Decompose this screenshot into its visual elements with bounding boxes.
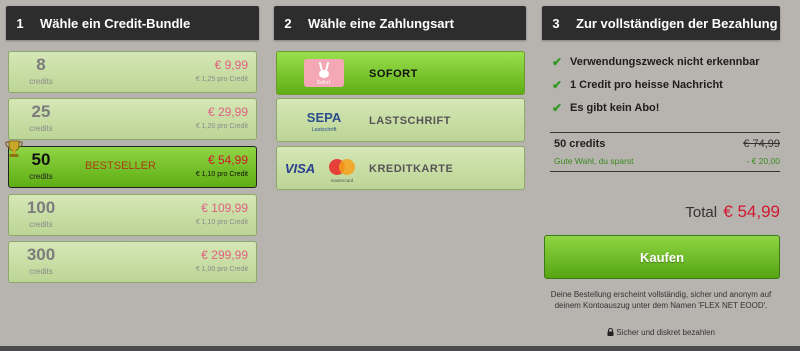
- benefit-text: 1 Credit pro heisse Nachricht: [570, 78, 723, 91]
- benefits-list: ✔ Verwendungszweck nicht erkennbar ✔ 1 C…: [552, 50, 780, 119]
- payment-option-kreditkarte[interactable]: VISA mastercard KREDITKARTE: [276, 146, 525, 190]
- total-label: Total: [685, 204, 718, 221]
- checkmark-icon: ✔: [552, 77, 563, 92]
- bundle-option-8[interactable]: 8 credits € 9,99 € 1,25 pro Credit: [8, 51, 257, 93]
- bundle-price: € 29,99: [207, 105, 248, 119]
- bundle-price: € 299,99: [201, 248, 248, 262]
- payment-method-column: 2 Wähle eine Zahlungsart Sofort. SOFORT …: [274, 6, 526, 190]
- benefit-item: ✔ Verwendungszweck nicht erkennbar: [552, 50, 780, 73]
- checkmark-icon: ✔: [552, 54, 563, 69]
- step-number: 2: [284, 15, 292, 31]
- benefit-text: Verwendungszweck nicht erkennbar: [570, 55, 760, 68]
- total-amount: € 54,99: [723, 202, 780, 221]
- summary-item: 50 credits: [554, 138, 606, 150]
- step-title: Wähle eine Zahlungsart: [308, 15, 454, 31]
- saving-text: Gute Wahl, du sparst: [554, 156, 634, 166]
- bundle-price-per-credit: € 1,25 pro Credit: [195, 76, 248, 83]
- bundle-price-per-credit: € 1,10 pro Credit: [195, 171, 248, 178]
- bundle-credits-label: credits: [29, 77, 53, 86]
- sofort-logo-icon: Sofort.: [304, 59, 344, 87]
- bundle-credits: 100: [26, 198, 56, 217]
- secure-payment-line: Sicher und diskret bezahlen: [542, 328, 780, 337]
- bundle-credits-label: credits: [29, 220, 53, 229]
- bundle-credits-label: credits: [29, 172, 53, 181]
- saving-amount: - € 20,00: [746, 156, 780, 166]
- bundle-credits: 8: [36, 55, 46, 74]
- order-total: Total € 54,99: [685, 202, 780, 222]
- sofort-logo-text: Sofort.: [317, 80, 332, 86]
- payment-label: KREDITKARTE: [369, 163, 454, 175]
- benefit-text: Es gibt kein Abo!: [570, 101, 660, 114]
- bundle-price: € 9,99: [214, 58, 248, 72]
- bundle-price-per-credit: € 1,10 pro Credit: [195, 219, 248, 226]
- sepa-logo-text: SEPA: [307, 110, 342, 125]
- step-2-header: 2 Wähle eine Zahlungsart: [274, 6, 526, 40]
- step-3-header: 3 Zur vollständigen der Bezahlung: [542, 6, 780, 40]
- step-number: 3: [552, 15, 560, 31]
- visa-mastercard-logo-icon: VISA mastercard: [285, 159, 355, 183]
- payment-option-lastschrift[interactable]: SEPA Lastschrift LASTSCHRIFT: [276, 98, 525, 142]
- bundle-credits: 50: [31, 150, 51, 169]
- payment-label: SOFORT: [369, 68, 418, 80]
- payment-label: LASTSCHRIFT: [369, 115, 451, 127]
- benefit-item: ✔ 1 Credit pro heisse Nachricht: [552, 73, 780, 96]
- billing-note: Deine Bestellung erscheint vollständig, …: [550, 290, 772, 310]
- bundle-option-50[interactable]: 50 credits BESTSELLER € 54,99 € 1,10 pro…: [5, 140, 257, 188]
- step-title: Wähle ein Credit-Bundle: [40, 15, 191, 31]
- bundle-credits: 25: [31, 102, 51, 121]
- order-summary: 50 credits € 74,99 Gute Wahl, du sparst …: [550, 132, 780, 172]
- summary-old-price: € 74,99: [743, 138, 780, 150]
- bundle-option-100[interactable]: 100 credits € 109,99 € 1,10 pro Credit: [8, 194, 257, 236]
- footer-bar: [0, 346, 800, 351]
- bundle-credits-label: credits: [29, 124, 53, 133]
- sepa-logo-icon: SEPA Lastschrift: [307, 110, 342, 133]
- sepa-logo-subtext: Lastschrift: [311, 127, 337, 133]
- payment-option-sofort[interactable]: Sofort. SOFORT: [276, 51, 525, 95]
- bestseller-badge: BESTSELLER: [85, 160, 156, 172]
- step-title: Zur vollständigen der Bezahlung: [576, 15, 778, 31]
- checkmark-icon: ✔: [552, 100, 563, 115]
- bundle-credits-label: credits: [29, 267, 53, 276]
- visa-logo-text: VISA: [285, 161, 315, 176]
- lock-icon: [607, 328, 614, 336]
- mastercard-logo-text: mastercard: [331, 178, 354, 183]
- credit-bundle-column: 1 Wähle ein Credit-Bundle 8 credits € 9,…: [5, 6, 259, 283]
- buy-button[interactable]: Kaufen: [544, 235, 780, 279]
- bundle-credits: 300: [26, 245, 56, 264]
- secure-text: Sicher und diskret bezahlen: [616, 328, 715, 337]
- step-number: 1: [16, 15, 24, 31]
- bundle-price-per-credit: € 1,20 pro Credit: [195, 123, 248, 130]
- benefit-item: ✔ Es gibt kein Abo!: [552, 96, 780, 119]
- bundle-price-per-credit: € 1,00 pro Credit: [195, 266, 248, 273]
- bundle-price: € 109,99: [201, 201, 248, 215]
- bundle-option-300[interactable]: 300 credits € 299,99 € 1,00 pro Credit: [8, 241, 257, 283]
- summary-column: 3 Zur vollständigen der Bezahlung ✔ Verw…: [542, 6, 780, 337]
- step-1-header: 1 Wähle ein Credit-Bundle: [6, 6, 259, 40]
- bundle-option-25[interactable]: 25 credits € 29,99 € 1,20 pro Credit: [8, 98, 257, 140]
- bundle-price: € 54,99: [207, 153, 248, 167]
